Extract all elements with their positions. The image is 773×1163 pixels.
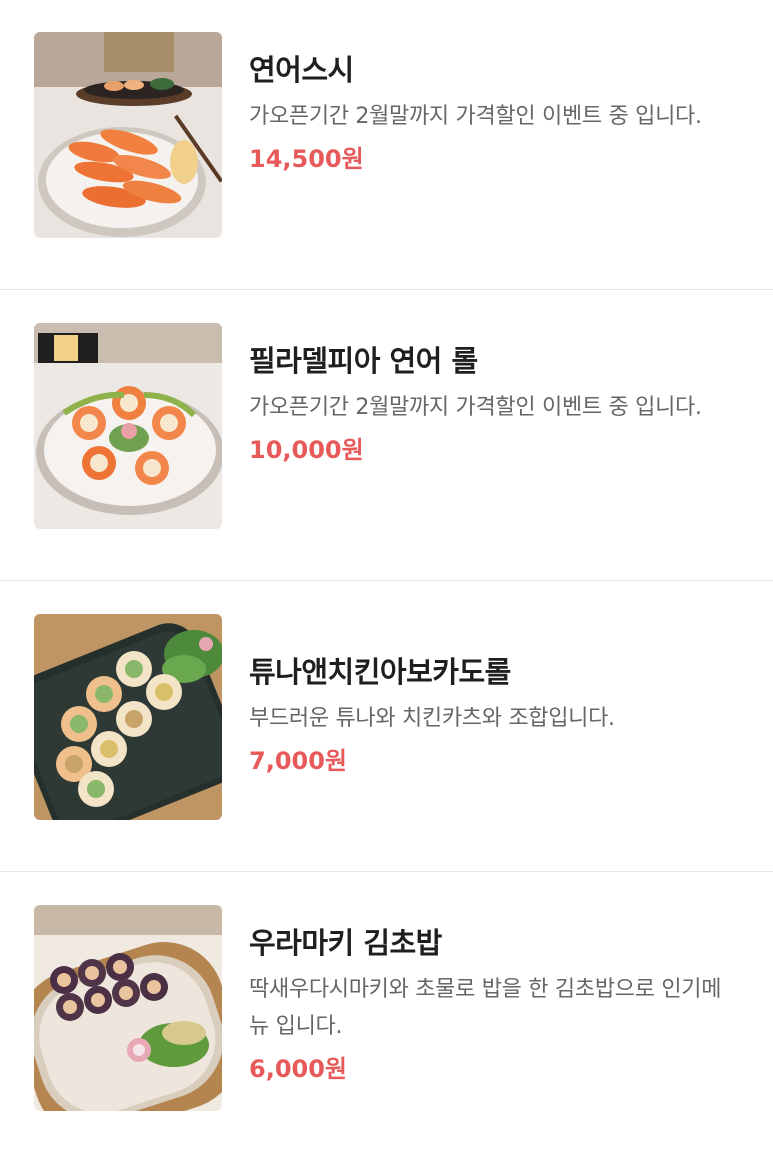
menu-item-description: 가오픈기간 2월말까지 가격할인 이벤트 중 입니다. [249,104,702,129]
divider [0,871,773,872]
menu-item-description: 딱새우다시마키와 초물로 밥을 한 김초밥으로 인기메뉴 입니다. [249,977,722,1039]
tuna-chicken-roll-photo [34,614,222,820]
menu-item-description: 가오픈기간 2월말까지 가격할인 이벤트 중 입니다. [249,395,702,420]
divider [0,580,773,581]
menu-item-philadelphia-roll[interactable]: 필라델피아 연어 롤 가오픈기간 2월말까지 가격할인 이벤트 중 입니다. 1… [0,291,773,581]
menu-item-name: 필라델피아 연어 롤 [249,344,478,378]
divider [0,289,773,290]
menu-item-salmon-sushi[interactable]: 연어스시 가오픈기간 2월말까지 가격할인 이벤트 중 입니다. 14,500원 [0,0,773,290]
menu-item-name: 튜나앤치킨아보카도롤 [249,655,511,689]
salmon-sushi-photo [34,32,222,238]
menu-item-uramaki-kimbap[interactable]: 우라마키 김초밥 딱새우다시마키와 초물로 밥을 한 김초밥으로 인기메뉴 입니… [0,873,773,1163]
philadelphia-roll-photo [34,323,222,529]
menu-item-tuna-chicken-roll[interactable]: 튜나앤치킨아보카도롤 부드러운 튜나와 치킨카츠와 조합입니다. 7,000원 [0,582,773,872]
menu-item-name: 연어스시 [249,53,354,87]
menu-item-price: 7,000원 [249,747,347,775]
menu-item-name: 우라마키 김초밥 [249,926,442,960]
menu-item-price: 6,000원 [249,1055,347,1083]
menu-item-price: 10,000원 [249,436,364,464]
menu-item-price: 14,500원 [249,145,364,173]
menu-item-description: 부드러운 튜나와 치킨카츠와 조합입니다. [249,706,615,731]
uramaki-kimbap-photo [34,905,222,1111]
